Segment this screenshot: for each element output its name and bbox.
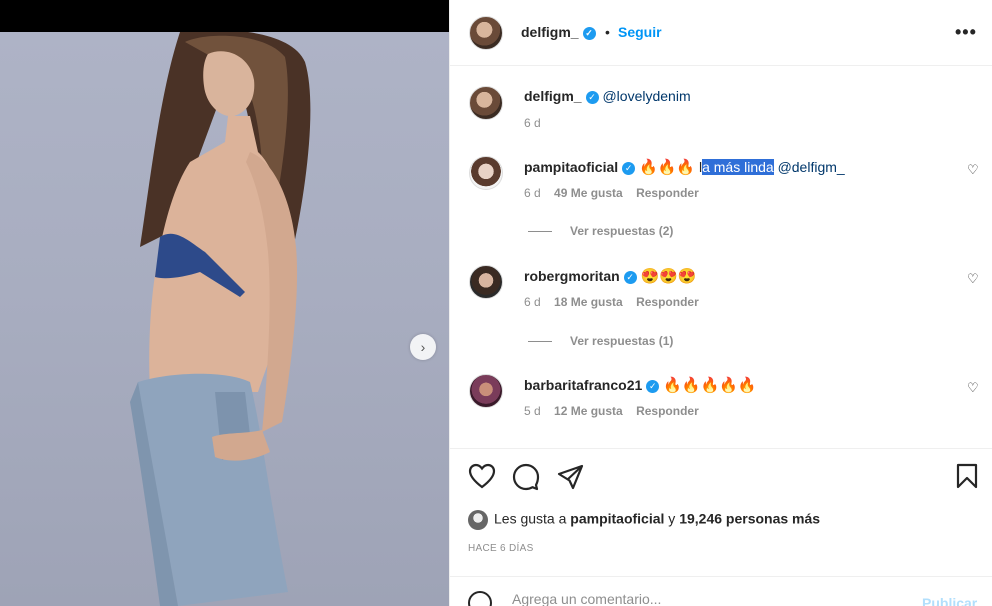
comment-likes[interactable]: 18 Me gusta — [554, 295, 623, 309]
view-replies-button[interactable]: Ver respuestas (2) — [528, 224, 673, 238]
likes-count[interactable]: 19,246 personas más — [679, 511, 820, 527]
post-side-panel: delfigm_ ✓ • Seguir ••• delfigm_ ✓ @lovely… — [449, 0, 992, 606]
follow-button[interactable]: Seguir — [618, 24, 662, 40]
share-paper-plane-icon[interactable] — [556, 463, 584, 496]
comment-line: pampitaoficial ✓ 🔥🔥🔥 la más linda @delfig… — [524, 158, 845, 176]
comment-emojis: 🔥🔥🔥 — [639, 159, 696, 176]
comment-emojis: 🔥🔥🔥🔥🔥 — [663, 377, 757, 394]
author-username-text[interactable]: delfigm_ — [521, 24, 579, 40]
view-replies-label[interactable]: Ver respuestas (2) — [570, 224, 673, 238]
comment-composer: Publicar — [450, 576, 992, 606]
comment-like-heart-icon[interactable]: ♡ — [967, 162, 979, 178]
publish-button[interactable]: Publicar — [922, 595, 977, 606]
liker-avatar[interactable] — [468, 510, 488, 530]
caption-time[interactable]: 6 d — [524, 116, 541, 130]
view-replies-button[interactable]: Ver respuestas (1) — [528, 334, 673, 348]
commenter-avatar[interactable] — [469, 374, 503, 408]
comment-meta: 6 d 18 Me gusta Responder — [524, 295, 709, 309]
verified-badge-icon: ✓ — [582, 26, 596, 40]
comment-time[interactable]: 6 d — [524, 186, 541, 200]
liker-username[interactable]: pampitaoficial — [570, 511, 664, 527]
verified-badge-icon: ✓ — [623, 270, 637, 284]
chevron-right-icon: › — [420, 339, 426, 355]
caption-line: delfigm_ ✓ @lovelydenim — [524, 88, 691, 104]
caption-username[interactable]: delfigm_ — [524, 88, 582, 104]
selected-text: a más linda — [702, 159, 774, 175]
comment-mention[interactable]: @delfigm_ — [778, 159, 845, 175]
comment-username[interactable]: pampitaoficial — [524, 159, 618, 175]
caption-text[interactable]: @lovelydenim — [602, 88, 690, 104]
post-photo[interactable]: › — [0, 32, 449, 606]
save-bookmark-icon[interactable] — [956, 463, 978, 494]
author-avatar[interactable] — [469, 16, 503, 50]
verified-badge-icon: ✓ — [622, 161, 636, 175]
comment-line: barbaritafranco21 ✓ 🔥🔥🔥🔥🔥 — [524, 376, 757, 394]
commenter-avatar[interactable] — [469, 156, 503, 190]
likes-prefix: Les gusta a — [494, 510, 571, 527]
post-media-pane: › — [0, 0, 449, 606]
like-heart-icon[interactable] — [468, 463, 496, 494]
comment-bubble-icon[interactable] — [512, 463, 540, 496]
emoji-picker-icon[interactable] — [468, 591, 492, 606]
divider-line — [528, 231, 552, 233]
divider-line — [528, 341, 552, 343]
comment-meta: 5 d 12 Me gusta Responder — [524, 404, 709, 418]
comment-emojis: 😍😍😍 — [640, 268, 697, 285]
post-time-ago[interactable]: HACE 6 DÍAS — [468, 543, 534, 554]
separator-dot: • — [605, 24, 610, 40]
comment-username[interactable]: barbaritafranco21 — [524, 377, 642, 393]
model-photo-illustration — [130, 32, 311, 606]
likes-summary: Les gusta a pampitaoficial y 19,246 pers… — [468, 510, 820, 530]
comment-like-heart-icon[interactable]: ♡ — [967, 271, 979, 287]
next-media-button[interactable]: › — [410, 334, 436, 360]
likes-middle: y — [664, 510, 680, 527]
reply-button[interactable]: Responder — [636, 404, 699, 418]
caption-avatar[interactable] — [469, 86, 503, 120]
verified-badge-icon: ✓ — [646, 379, 660, 393]
author-username[interactable]: delfigm_ ✓ — [521, 24, 596, 40]
commenter-avatar[interactable] — [469, 265, 503, 299]
reply-button[interactable]: Responder — [636, 186, 699, 200]
comment-line: robergmoritan ✓ 😍😍😍 — [524, 267, 697, 285]
comment-like-heart-icon[interactable]: ♡ — [967, 380, 979, 396]
comment-meta: 6 d 49 Me gusta Responder — [524, 186, 709, 200]
comment-time[interactable]: 5 d — [524, 404, 541, 418]
comment-likes[interactable]: 49 Me gusta — [554, 186, 623, 200]
comment-time[interactable]: 6 d — [524, 295, 541, 309]
post-header: delfigm_ ✓ • Seguir ••• — [450, 0, 992, 66]
more-options-icon[interactable]: ••• — [955, 22, 977, 43]
verified-badge-icon: ✓ — [585, 90, 599, 104]
comment-input[interactable] — [512, 591, 892, 606]
comment-likes[interactable]: 12 Me gusta — [554, 404, 623, 418]
comment-username[interactable]: robergmoritan — [524, 268, 620, 284]
post-actions-bar — [450, 448, 992, 506]
caption-meta: 6 d — [524, 116, 551, 130]
reply-button[interactable]: Responder — [636, 295, 699, 309]
view-replies-label[interactable]: Ver respuestas (1) — [570, 334, 673, 348]
